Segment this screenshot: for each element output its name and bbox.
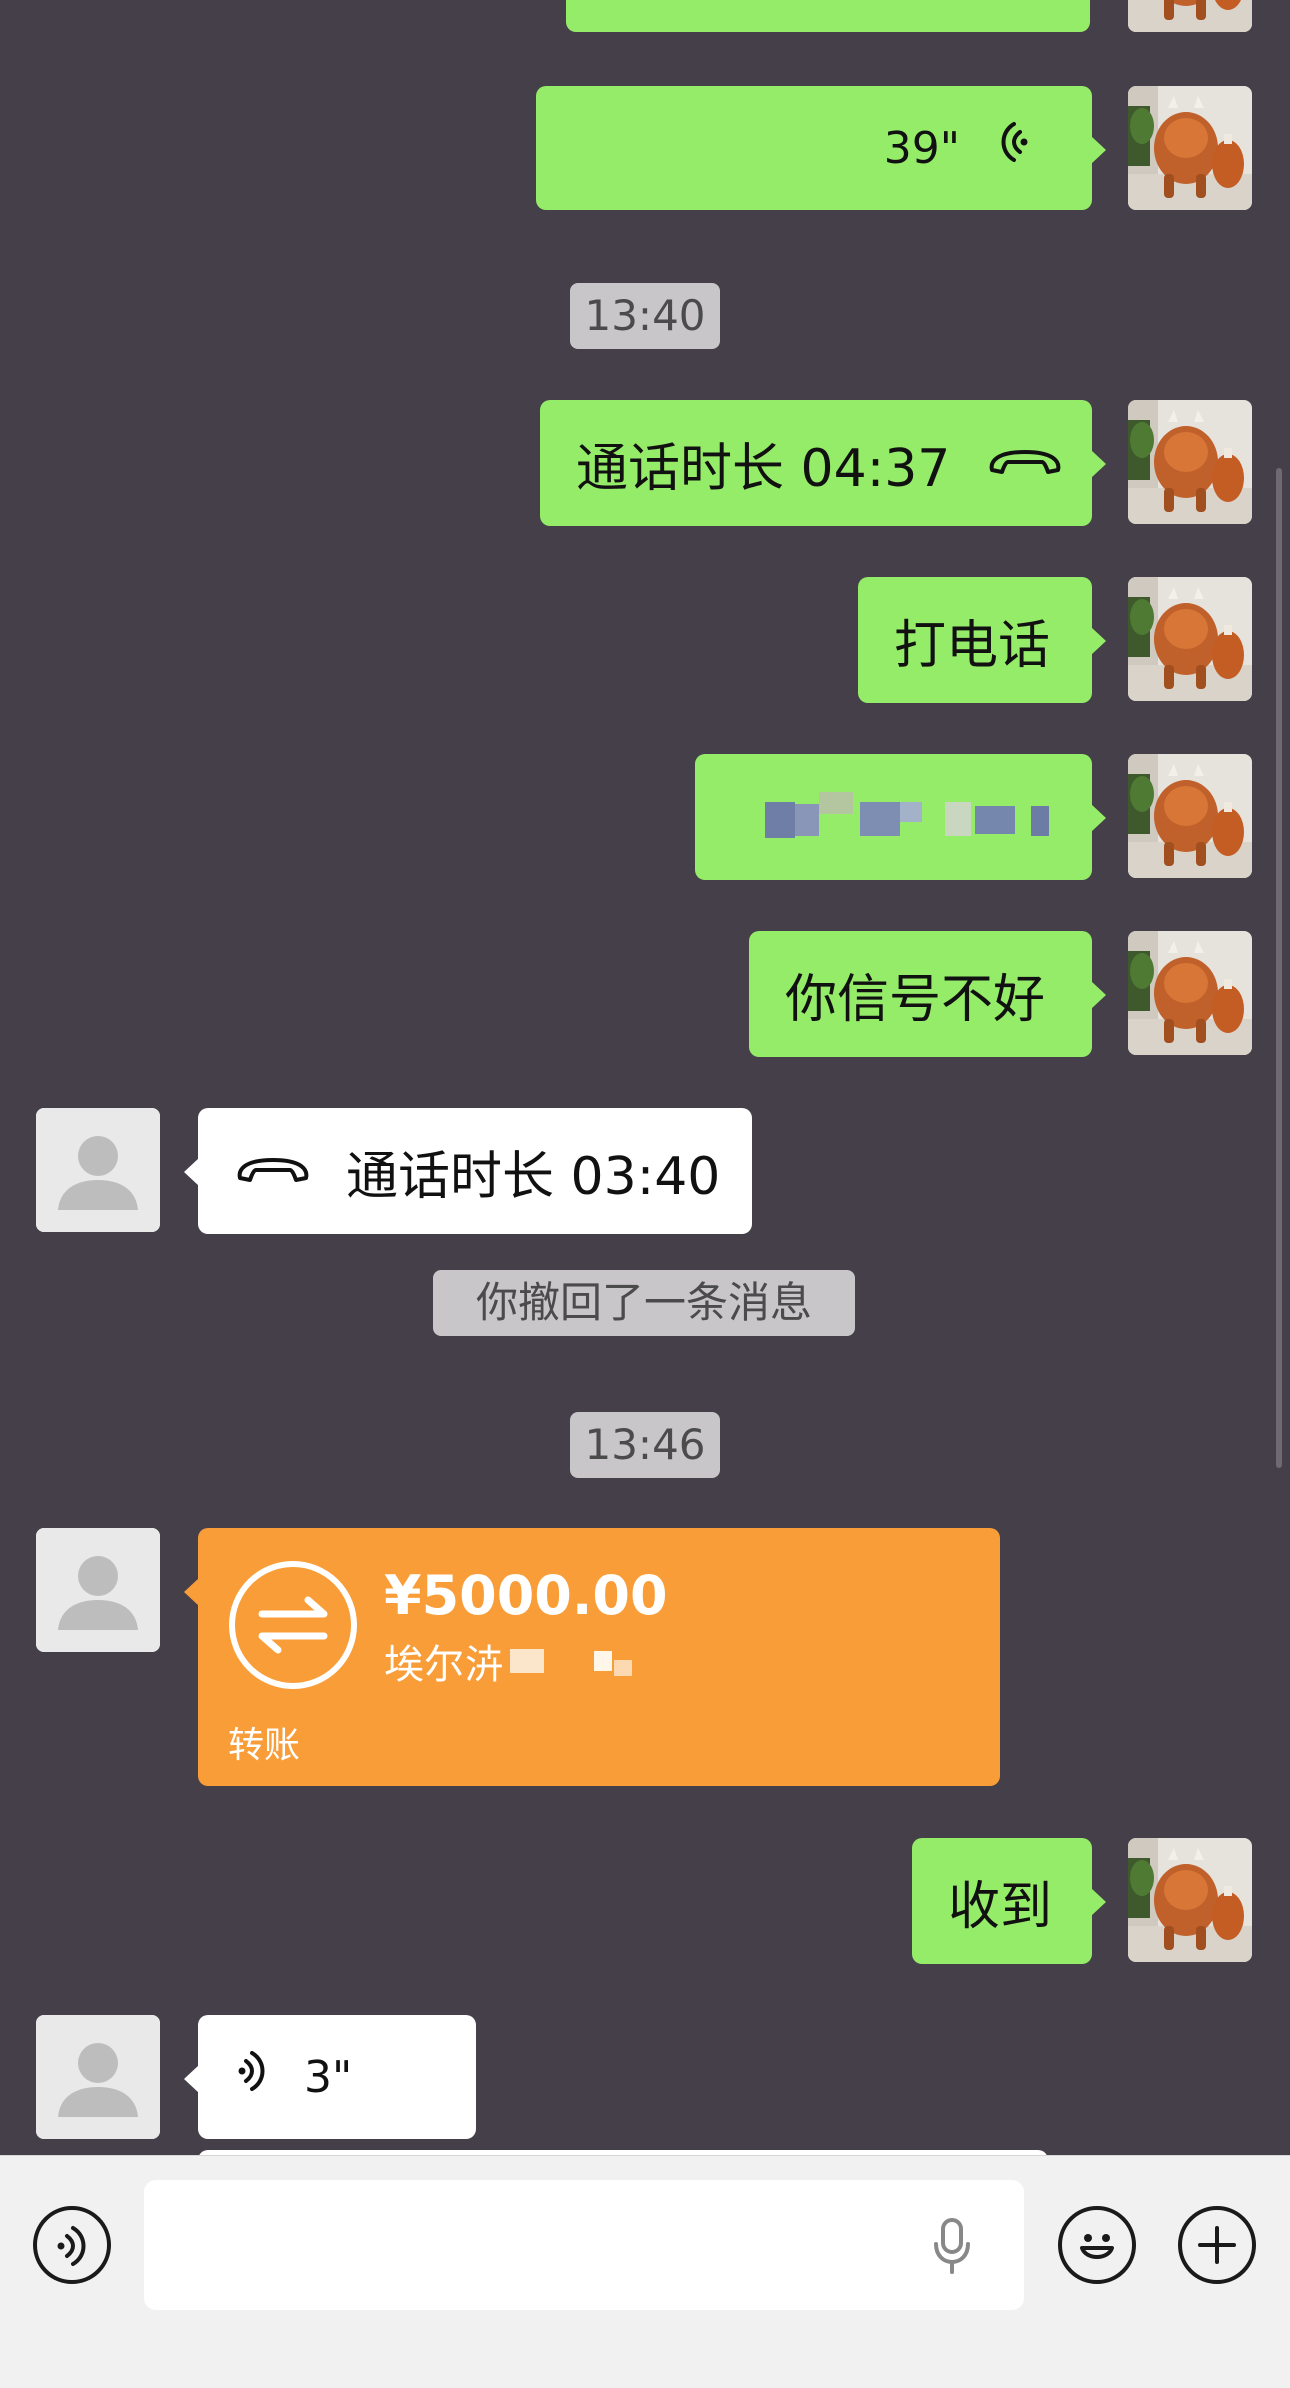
voice-wave-icon xyxy=(238,2047,278,2108)
avatar[interactable] xyxy=(1128,931,1252,1055)
avatar-image xyxy=(1128,931,1252,1055)
emoji-button[interactable] xyxy=(1058,2206,1136,2284)
avatar-image xyxy=(1128,400,1252,524)
avatar[interactable] xyxy=(1128,400,1252,524)
voice-input-toggle[interactable] xyxy=(33,2206,111,2284)
message-text: 打电话 xyxy=(894,615,1051,676)
avatar[interactable] xyxy=(1128,1838,1252,1962)
message-bubble-partial[interactable] xyxy=(566,0,1090,32)
contact-avatar[interactable] xyxy=(36,2015,160,2139)
contact-avatar[interactable] xyxy=(36,1528,160,1652)
plus-icon xyxy=(1196,2224,1238,2270)
default-avatar-icon xyxy=(36,1108,160,1232)
call-record-bubble[interactable]: 通话时长 03:40 xyxy=(184,1108,752,1234)
avatar[interactable] xyxy=(1128,577,1252,701)
avatar-image xyxy=(1128,86,1252,210)
text-message-bubble[interactable]: 打电话 xyxy=(858,577,1106,703)
transfer-arrows-icon xyxy=(228,1560,358,1703)
avatar[interactable] xyxy=(1128,754,1252,878)
call-duration-label: 通话时长 03:40 xyxy=(346,1146,721,1207)
avatar-image xyxy=(1128,754,1252,878)
transfer-amount: ¥5000.00 xyxy=(384,1564,668,1627)
voice-message-bubble[interactable]: 39" xyxy=(536,86,1106,210)
contact-avatar[interactable] xyxy=(36,1108,160,1232)
message-text: 收到 xyxy=(948,1876,1053,1937)
timestamp: 13:46 xyxy=(570,1412,720,1478)
transfer-recipient: 埃尔泋 xyxy=(384,1642,504,1688)
avatar[interactable] xyxy=(1128,86,1252,210)
transfer-label: 转账 xyxy=(228,1725,301,1766)
voice-message-bubble[interactable]: 3" xyxy=(184,2015,476,2139)
microphone-icon[interactable] xyxy=(930,2216,974,2280)
call-duration-label: 通话时长 04:37 xyxy=(576,438,951,499)
voice-input-icon xyxy=(53,2224,93,2272)
scrollbar[interactable] xyxy=(1276,468,1282,1468)
voice-wave-icon xyxy=(984,118,1028,179)
recall-notice: 你撤回了一条消息 xyxy=(433,1270,855,1336)
default-avatar-icon xyxy=(36,1528,160,1652)
call-record-bubble[interactable]: 通话时长 04:37 xyxy=(540,400,1106,526)
message-text: 你信号不好 xyxy=(785,969,1046,1030)
avatar-image xyxy=(1128,1838,1252,1962)
transfer-card[interactable]: ¥5000.00 埃尔泋 转账 xyxy=(184,1528,1000,1786)
text-message-bubble[interactable]: 收到 xyxy=(912,1838,1106,1964)
smiley-icon xyxy=(1072,2220,1122,2274)
phone-handset-icon xyxy=(986,433,1064,493)
redaction-block xyxy=(510,1649,544,1673)
timestamp: 13:40 xyxy=(570,283,720,349)
voice-duration: 39" xyxy=(883,122,960,174)
voice-duration: 3" xyxy=(304,2051,353,2103)
avatar[interactable] xyxy=(1128,0,1252,32)
text-message-bubble[interactable]: 你信号不好 xyxy=(749,931,1106,1057)
redaction-block xyxy=(765,802,795,838)
message-input[interactable] xyxy=(144,2180,1024,2310)
chat-input-bar xyxy=(0,2155,1290,2388)
more-actions-button[interactable] xyxy=(1178,2206,1256,2284)
avatar-image xyxy=(1128,0,1252,32)
avatar-image xyxy=(1128,577,1252,701)
default-avatar-icon xyxy=(36,2015,160,2139)
phone-handset-icon xyxy=(234,1141,312,1201)
redacted-message-bubble[interactable] xyxy=(695,754,1106,880)
